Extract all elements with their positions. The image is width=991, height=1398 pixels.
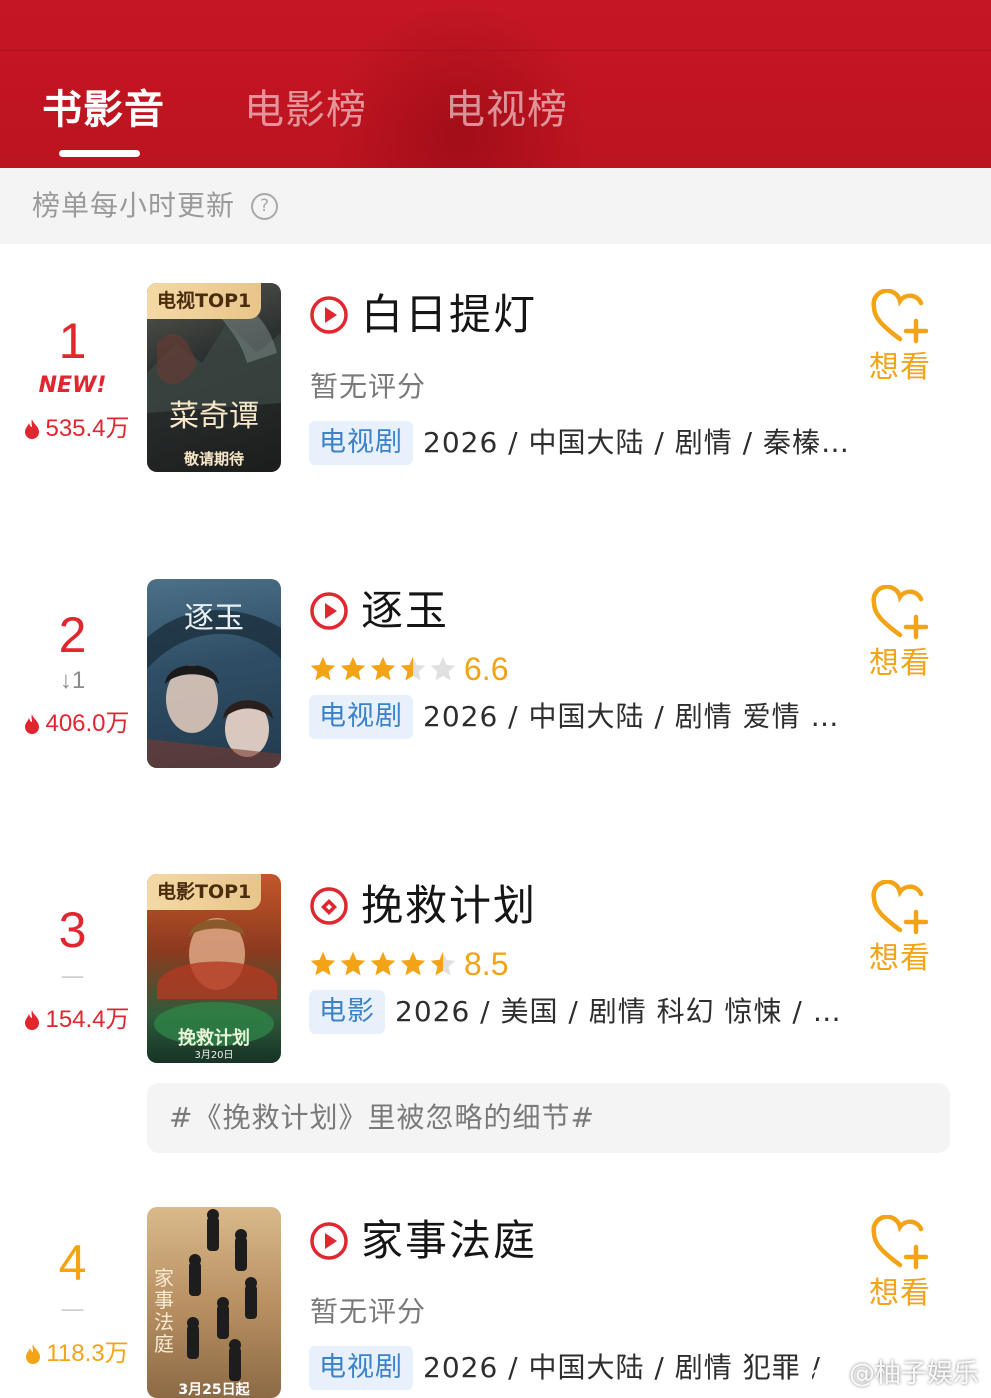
weibo-icon [809,1364,841,1386]
poster-caption: 3月20日 [194,1050,234,1061]
rank-number: 4 [58,1235,87,1291]
item-title[interactable]: 挽救计划 [361,880,537,932]
active-tab-indicator [59,150,140,157]
rank-change-badge: NEW! [38,373,107,398]
rank-change-badge: — [60,1295,85,1323]
tab-books-movies-music[interactable]: 书影音 [42,84,165,136]
want-label: 想看 [869,1276,931,1311]
want-label: 想看 [869,941,931,976]
update-notice-text: 榜单每小时更新 [32,189,236,222]
flame-icon [26,1344,41,1364]
want-to-watch-button[interactable]: 想看 [860,880,940,978]
star-empty-icon [430,656,456,681]
flame-icon [25,1010,40,1030]
poster-image[interactable]: 电影TOP1 挽救计划 3月20日 [147,874,281,1063]
star-half-icon [430,951,456,976]
score-value: 6.6 [464,651,509,687]
item-meta: 2026 / 美国 / 剧情 科幻 惊悚 / … [395,995,842,1028]
topic-text: #《挽救计划》里被忽略的细节# [169,1101,595,1134]
watermark-text: @柚子娱乐 [848,1359,979,1389]
heat-value: 154.4万 [14,1006,139,1034]
help-icon[interactable]: ? [251,193,278,220]
want-to-watch-button[interactable]: 想看 [860,1215,940,1313]
want-to-watch-button[interactable]: 想看 [860,289,940,387]
poster-caption: 敬请期待 [183,450,244,468]
heat-value: 406.0万 [14,710,139,738]
rank-change-badge: ↓1 [59,667,86,694]
poster-image[interactable]: 逐玉 [147,579,281,768]
poster-badge: 电影TOP1 [147,874,262,910]
want-label: 想看 [869,350,931,385]
list-item[interactable]: 3 — 154.4万 电影TOP1 挽救计划 3月20日 挽救计划 8.5 电影… [0,874,991,1074]
play-icon [310,1222,348,1260]
score-value: 8.5 [464,946,509,982]
item-title[interactable]: 逐玉 [361,585,449,637]
type-tag: 电影 [309,990,385,1034]
item-title[interactable]: 家事法庭 [361,1215,537,1267]
star-full-icon [310,656,336,681]
item-meta: 2026 / 中国大陆 / 剧情 爱情 … [423,700,840,733]
type-tag: 电视剧 [309,421,413,465]
type-tag: 电视剧 [309,695,413,739]
flame-icon [25,419,40,439]
item-meta: 2026 / 中国大陆 / 剧情 / 秦榛… [423,426,850,459]
heart-plus-icon [871,880,929,935]
item-meta: 2026 / 中国大陆 / 剧情 犯罪 / [423,1351,821,1384]
heart-plus-icon [871,585,929,640]
want-to-watch-button[interactable]: 想看 [860,585,940,683]
heat-value: 535.4万 [14,415,139,443]
heart-plus-icon [871,289,929,344]
star-rating [309,655,457,683]
play-icon [310,296,348,334]
poster-badge: 电视TOP1 [147,283,262,319]
topic-link[interactable]: #《挽救计划》里被忽略的细节# [147,1083,950,1153]
ticket-icon [310,887,348,925]
item-title[interactable]: 白日提灯 [361,289,537,341]
poster-title-art: 家事法庭 [154,1266,174,1356]
type-tag: 电视剧 [309,1346,413,1390]
star-full-icon [370,656,396,681]
rank-change-badge: — [60,962,85,990]
star-full-icon [340,951,366,976]
poster-image[interactable]: 家事法庭 3月25日起 [147,1207,281,1398]
rank-number: 2 [58,607,87,663]
heat-text: 406.0万 [45,710,130,737]
update-notice: 榜单每小时更新 ? [0,168,991,244]
heat-text: 154.4万 [45,1006,130,1033]
star-half-icon [400,656,426,681]
star-full-icon [400,951,426,976]
poster-title-art: 菜奇谭 [169,399,259,434]
top-header: 书影音 电影榜 电视榜 [0,0,991,168]
tab-movie-chart[interactable]: 电影榜 [244,84,367,136]
tab-tv-chart[interactable]: 电视榜 [445,84,568,136]
poster-image[interactable]: 电视TOP1 菜奇谭 敬请期待 [147,283,281,472]
heat-text: 118.3万 [46,1340,129,1367]
rank-number: 1 [58,313,87,369]
list-item[interactable]: 1 NEW! 535.4万 电视TOP1 菜奇谭 敬请期待 白日提灯 暂无评分 … [0,283,991,483]
play-icon [310,592,348,630]
rating-text: 暂无评分 [310,370,427,403]
list-item[interactable]: 2 ↓1 406.0万 逐玉 逐玉 6.6 电视剧 2026 / 中国大陆 / … [0,579,991,779]
rating-text: 暂无评分 [310,1295,427,1328]
want-label: 想看 [869,646,931,681]
star-full-icon [370,951,396,976]
star-rating [309,950,457,978]
star-full-icon [340,656,366,681]
heat-value: 118.3万 [14,1340,139,1368]
flame-icon [25,714,40,734]
poster-title-art: 逐玉 [184,601,244,636]
poster-caption: 3月25日起 [178,1382,250,1398]
watermark: @柚子娱乐 [809,1356,979,1392]
star-full-icon [310,951,336,976]
rank-number: 3 [58,902,87,958]
heat-text: 535.4万 [45,415,130,442]
heart-plus-icon [871,1215,929,1270]
